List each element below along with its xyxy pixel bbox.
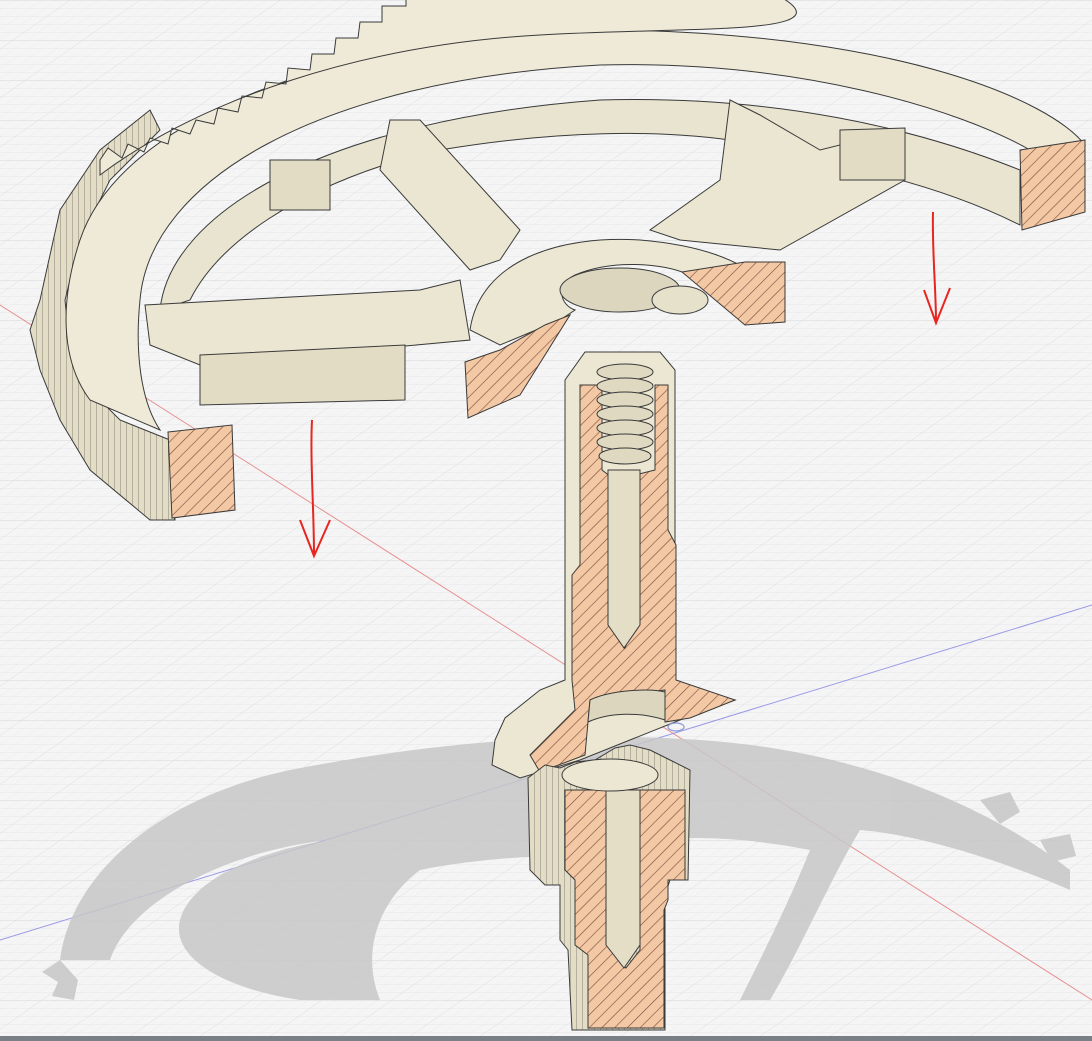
viewport-bottom-border (0, 1036, 1092, 1041)
gear-spoke-face-1 (269, 159, 331, 211)
gear-spoke-face-3 (839, 127, 906, 181)
pinion-top-face (561, 758, 659, 792)
gear-spoke-face-2 (199, 344, 406, 406)
arbor-drill-hole (607, 469, 641, 649)
pinion-bore (605, 789, 641, 969)
gear-section-left (167, 424, 236, 519)
gear-hub-bore-inner (651, 285, 709, 315)
cad-viewport[interactable] (0, 0, 1092, 1041)
